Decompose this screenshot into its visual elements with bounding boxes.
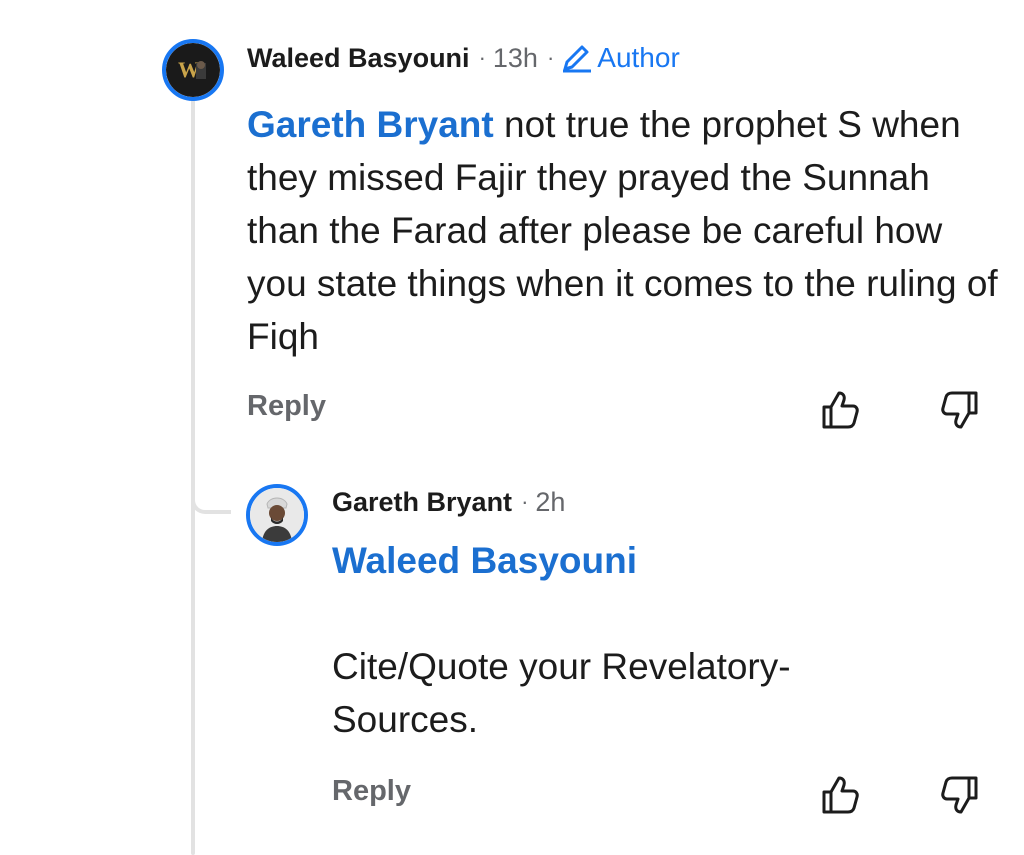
author-name[interactable]: Gareth Bryant — [332, 487, 512, 518]
timestamp: 2h — [535, 486, 566, 517]
reply-button[interactable]: Reply — [332, 775, 411, 808]
mention-link[interactable]: Waleed Basyouni — [332, 534, 637, 587]
thumbs-down-icon[interactable] — [938, 773, 982, 817]
separator-dot: · — [521, 489, 529, 514]
thread-branch — [191, 470, 231, 514]
timestamp: 13h — [492, 42, 538, 73]
person-photo-avatar-icon — [250, 488, 304, 542]
thumbs-up-icon[interactable] — [818, 388, 862, 432]
pencil-icon — [563, 45, 592, 73]
avatar[interactable]: W — [162, 39, 224, 101]
mention-link[interactable]: Gareth Bryant — [247, 104, 494, 145]
author-name[interactable]: Waleed Basyouni — [247, 43, 470, 74]
thumbs-down-icon[interactable] — [938, 388, 982, 432]
avatar[interactable] — [246, 484, 308, 546]
separator-dot: · — [546, 45, 555, 70]
comment-body: Gareth Bryant not true the prophet S whe… — [247, 98, 1007, 363]
separator-dot: · — [478, 45, 486, 70]
thumbs-up-icon[interactable] — [818, 773, 862, 817]
logo-avatar-icon: W — [166, 43, 220, 97]
comment-header: Waleed Basyouni · 13h · Author — [247, 40, 680, 76]
reply-button[interactable]: Reply — [247, 390, 326, 423]
author-badge: Author — [561, 42, 680, 74]
comment-header: Gareth Bryant · 2h — [332, 484, 565, 520]
comment-text: Cite/Quote your Revelatory-Sources. — [332, 646, 791, 740]
author-badge-label: Author — [597, 42, 680, 73]
